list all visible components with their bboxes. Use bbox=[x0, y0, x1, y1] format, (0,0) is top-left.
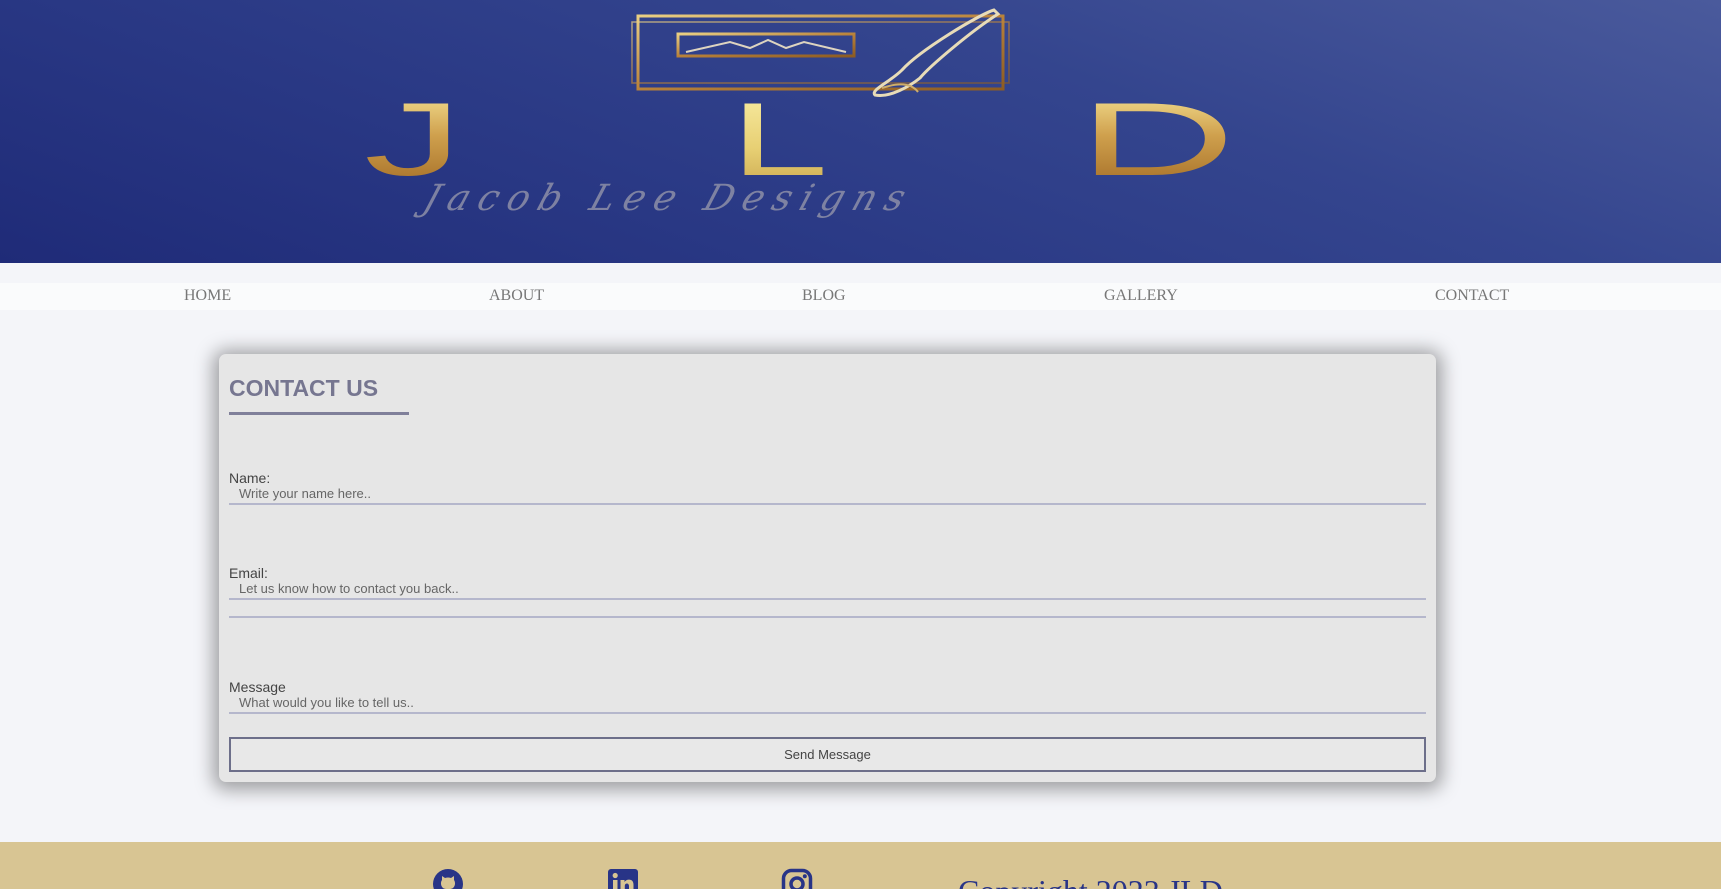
nav-item-blog[interactable]: BLOG bbox=[802, 287, 846, 305]
logo-letter-j: J bbox=[364, 82, 463, 198]
message-label: Message bbox=[229, 679, 286, 695]
site-logo[interactable]: J L D Jacob Lee Designs bbox=[330, 0, 1330, 263]
send-message-button[interactable]: Send Message bbox=[229, 737, 1426, 772]
main-nav: HOME ABOUT BLOG GALLERY CONTACT bbox=[0, 283, 1721, 310]
logo-monogram: J L D bbox=[330, 82, 1330, 198]
name-field[interactable] bbox=[229, 486, 1426, 505]
linkedin-icon[interactable] bbox=[607, 868, 639, 889]
copyright-text: Copyright 2023 JLD bbox=[958, 873, 1223, 889]
email-label: Email: bbox=[229, 565, 268, 581]
github-icon[interactable] bbox=[432, 868, 464, 889]
nav-item-contact[interactable]: CONTACT bbox=[1435, 287, 1509, 305]
nav-item-about[interactable]: ABOUT bbox=[489, 287, 544, 305]
nav-item-gallery[interactable]: GALLERY bbox=[1104, 287, 1178, 305]
page-title: CONTACT US bbox=[229, 375, 379, 401]
email-field[interactable] bbox=[229, 581, 1426, 600]
nav-item-home[interactable]: HOME bbox=[184, 287, 231, 305]
footer: Copyright 2023 JLD bbox=[0, 842, 1721, 889]
name-label: Name: bbox=[229, 470, 271, 486]
instagram-icon[interactable] bbox=[781, 868, 813, 889]
logo-letter-d: D bbox=[1078, 82, 1236, 198]
title-underline bbox=[229, 412, 409, 415]
message-field[interactable] bbox=[229, 695, 1426, 714]
header-banner: J L D Jacob Lee Designs bbox=[0, 0, 1721, 263]
logo-letter-l: L bbox=[730, 82, 829, 198]
contact-card: CONTACT US Name: Email: Message Send Mes… bbox=[219, 354, 1436, 782]
logo-script-name: Jacob Lee Designs bbox=[418, 178, 920, 219]
divider bbox=[229, 616, 1426, 618]
